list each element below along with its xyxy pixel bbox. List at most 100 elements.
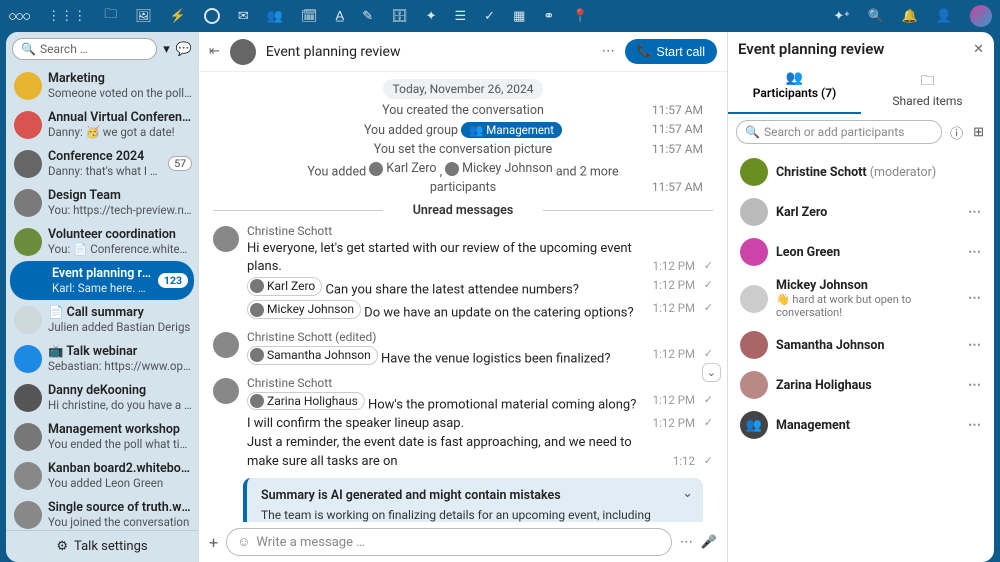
talk-settings-button[interactable]: ⚙ Talk settings	[6, 530, 198, 562]
notes-icon[interactable]: ✎	[362, 9, 373, 24]
message-line: Karl Zero Can you share the latest atten…	[247, 277, 713, 300]
sidebar-toggle-icon[interactable]: ⇤	[209, 44, 220, 59]
chevron-down-icon[interactable]: ⌄	[682, 486, 693, 501]
calendar-icon[interactable]: 🗓	[301, 9, 318, 24]
participant-menu-icon[interactable]: ⋯	[968, 245, 982, 260]
start-call-button[interactable]: 📞 Start call	[625, 39, 717, 64]
unified-search-icon[interactable]: 🔍	[867, 9, 883, 24]
conversation-title: Design Team	[48, 188, 192, 203]
contacts-menu-icon[interactable]: 👤	[936, 9, 952, 24]
participant-row[interactable]: 👥 Management ⋯	[732, 405, 990, 445]
message-scroll-area[interactable]: Today, November 26, 2024 You created the…	[199, 72, 727, 522]
participant-row[interactable]: Karl Zero ⋯	[732, 192, 990, 232]
chat-header: ⇤ Event planning review ⋯ 📞 Start call	[199, 32, 727, 72]
conversation-item[interactable]: Event planning review Karl: Same here. T…	[10, 261, 194, 300]
message-input[interactable]: ☺ Write a message …	[226, 528, 672, 556]
voice-record-icon[interactable]: 🎤	[701, 535, 717, 550]
maps-icon[interactable]: 📍	[572, 9, 588, 24]
contacts-icon[interactable]: 👥	[267, 9, 283, 24]
tables-icon[interactable]: ▦	[513, 9, 525, 24]
mention-chip[interactable]: Karl Zero	[247, 277, 322, 296]
talk-icon[interactable]	[204, 8, 220, 24]
participant-row[interactable]: Samantha Johnson ⋯	[732, 325, 990, 365]
participant-search-input[interactable]: 🔍 Search or add participants	[736, 120, 942, 144]
assistant-icon[interactable]: ✦⁺	[833, 9, 849, 24]
conversation-avatar	[14, 501, 42, 529]
participant-menu-icon[interactable]: ⋯	[968, 378, 982, 393]
search-icon: 🔍	[21, 42, 36, 56]
app-logo[interactable]: ○○○	[8, 7, 29, 25]
message-author: Christine Schott	[247, 376, 713, 390]
conversation-subtitle: You joined the conversation	[48, 515, 192, 529]
conversation-item[interactable]: Marketing Someone voted on the poll Ho…	[6, 66, 198, 105]
tasks-icon[interactable]: ✓	[484, 9, 495, 24]
participant-row[interactable]: Leon Green ⋯	[732, 232, 990, 272]
mention-chip[interactable]: Mickey Johnson	[247, 300, 361, 319]
info-icon[interactable]: ⓘ	[948, 121, 965, 144]
attach-icon[interactable]: +	[209, 533, 218, 552]
message-time: 1:12	[673, 453, 695, 469]
deck-icon[interactable]: 🗄	[391, 9, 408, 24]
participant-row[interactable]: Mickey Johnson 👋 hard at work but open t…	[732, 272, 990, 325]
message-time: 1:12 PM	[653, 300, 695, 316]
close-icon[interactable]: ✕	[973, 42, 984, 57]
message-time: 1:12 PM	[653, 277, 695, 293]
participant-menu-icon[interactable]: ⋯	[968, 338, 982, 353]
talk-settings-label: Talk settings	[74, 539, 148, 554]
files-icon[interactable]: 🗀	[104, 5, 117, 27]
read-check-icon: ✓	[704, 277, 713, 292]
start-call-label: Start call	[656, 45, 705, 59]
mention-chip[interactable]: Samantha Johnson	[247, 346, 378, 365]
summary-title: Summary is AI generated and might contai…	[261, 488, 689, 503]
participant-row[interactable]: Christine Schott (moderator)	[732, 152, 990, 192]
mail-icon[interactable]: ✉	[238, 9, 249, 24]
photos-icon[interactable]: 🖼	[135, 9, 152, 24]
participant-row[interactable]: Zarina Holighaus ⋯	[732, 365, 990, 405]
conversation-item[interactable]: Kanban board2.whiteboard You added Leon …	[6, 456, 198, 495]
conversation-item[interactable]: 📄 Call summary Julien added Bastian Deri…	[6, 300, 198, 339]
conversation-title: Volunteer coordination	[48, 227, 192, 242]
conversation-avatar	[14, 189, 42, 217]
list-icon[interactable]: ☰	[455, 9, 467, 24]
filter-icon[interactable]: ▾	[163, 42, 170, 57]
new-conversation-icon[interactable]: 💬	[176, 42, 192, 57]
room-menu-icon[interactable]: ⋯	[602, 44, 615, 59]
conversation-item[interactable]: Management workshop You ended the poll w…	[6, 417, 198, 456]
conversation-item[interactable]: Conference 2024 Danny: that's what I mea…	[6, 144, 198, 183]
star-icon[interactable]: ✦	[426, 9, 437, 24]
participant-menu-icon[interactable]: ⋯	[968, 418, 982, 433]
message-line: Samantha Johnson Have the venue logistic…	[247, 346, 713, 369]
conversation-item[interactable]: Annual Virtual Conference Danny: 🥳 we go…	[6, 105, 198, 144]
tab-participants[interactable]: 👥 Participants (7)	[728, 66, 861, 114]
conversation-item[interactable]: Volunteer coordination You: 📄 Conference…	[6, 222, 198, 261]
conversation-list[interactable]: Marketing Someone voted on the poll Ho… …	[6, 66, 198, 530]
scroll-to-bottom-button[interactable]: ⌄	[702, 363, 721, 382]
participant-avatar	[740, 331, 768, 359]
participant-menu-icon[interactable]: ⋯	[968, 205, 982, 220]
text-icon[interactable]: A̲	[336, 8, 345, 24]
conversation-item[interactable]: Single source of truth.whiteb… You joine…	[6, 495, 198, 530]
dashboard-icon[interactable]: ⋮⋮⋮	[47, 9, 86, 24]
author-avatar	[213, 226, 239, 252]
top-bar: ○○○ ⋮⋮⋮ 🗀 🖼 ⚡ ✉ 👥 🗓 A̲ ✎ 🗄 ✦ ☰ ✓ ▦ ⚭ 📍 ✦…	[0, 0, 1000, 32]
activity-icon[interactable]: ⚡	[170, 9, 186, 24]
tab-shared-items[interactable]: 🗀 Shared items	[861, 66, 994, 114]
rightpanel-title: Event planning review	[738, 40, 965, 58]
link-icon[interactable]: ⚭	[543, 9, 554, 24]
participant-avatar	[740, 238, 768, 266]
conversation-search-input[interactable]: 🔍 Search …	[12, 38, 157, 60]
user-avatar[interactable]	[970, 5, 992, 27]
conversation-subtitle: Someone voted on the poll Ho…	[48, 86, 192, 100]
participant-menu-icon[interactable]: ⋯	[968, 291, 982, 306]
conversation-item[interactable]: Danny deKooning Hi christine, do you hav…	[6, 378, 198, 417]
conversation-item[interactable]: Design Team You: https://tech-preview.ne…	[6, 183, 198, 222]
notifications-icon[interactable]: 🔔	[902, 9, 918, 24]
mention-chip[interactable]: Zarina Holighaus	[247, 392, 365, 411]
more-compose-icon[interactable]: ⋯	[680, 535, 693, 550]
grid-icon[interactable]: ⊞	[971, 123, 986, 142]
system-message: You added Karl Zero , Mickey Johnson and…	[213, 159, 713, 197]
system-time: 11:57 AM	[652, 180, 703, 194]
conversation-subtitle: Sebastian: https://www.openst…	[48, 359, 192, 373]
emoji-icon[interactable]: ☺	[237, 534, 250, 550]
conversation-item[interactable]: 📺 Talk webinar Sebastian: https://www.op…	[6, 339, 198, 378]
